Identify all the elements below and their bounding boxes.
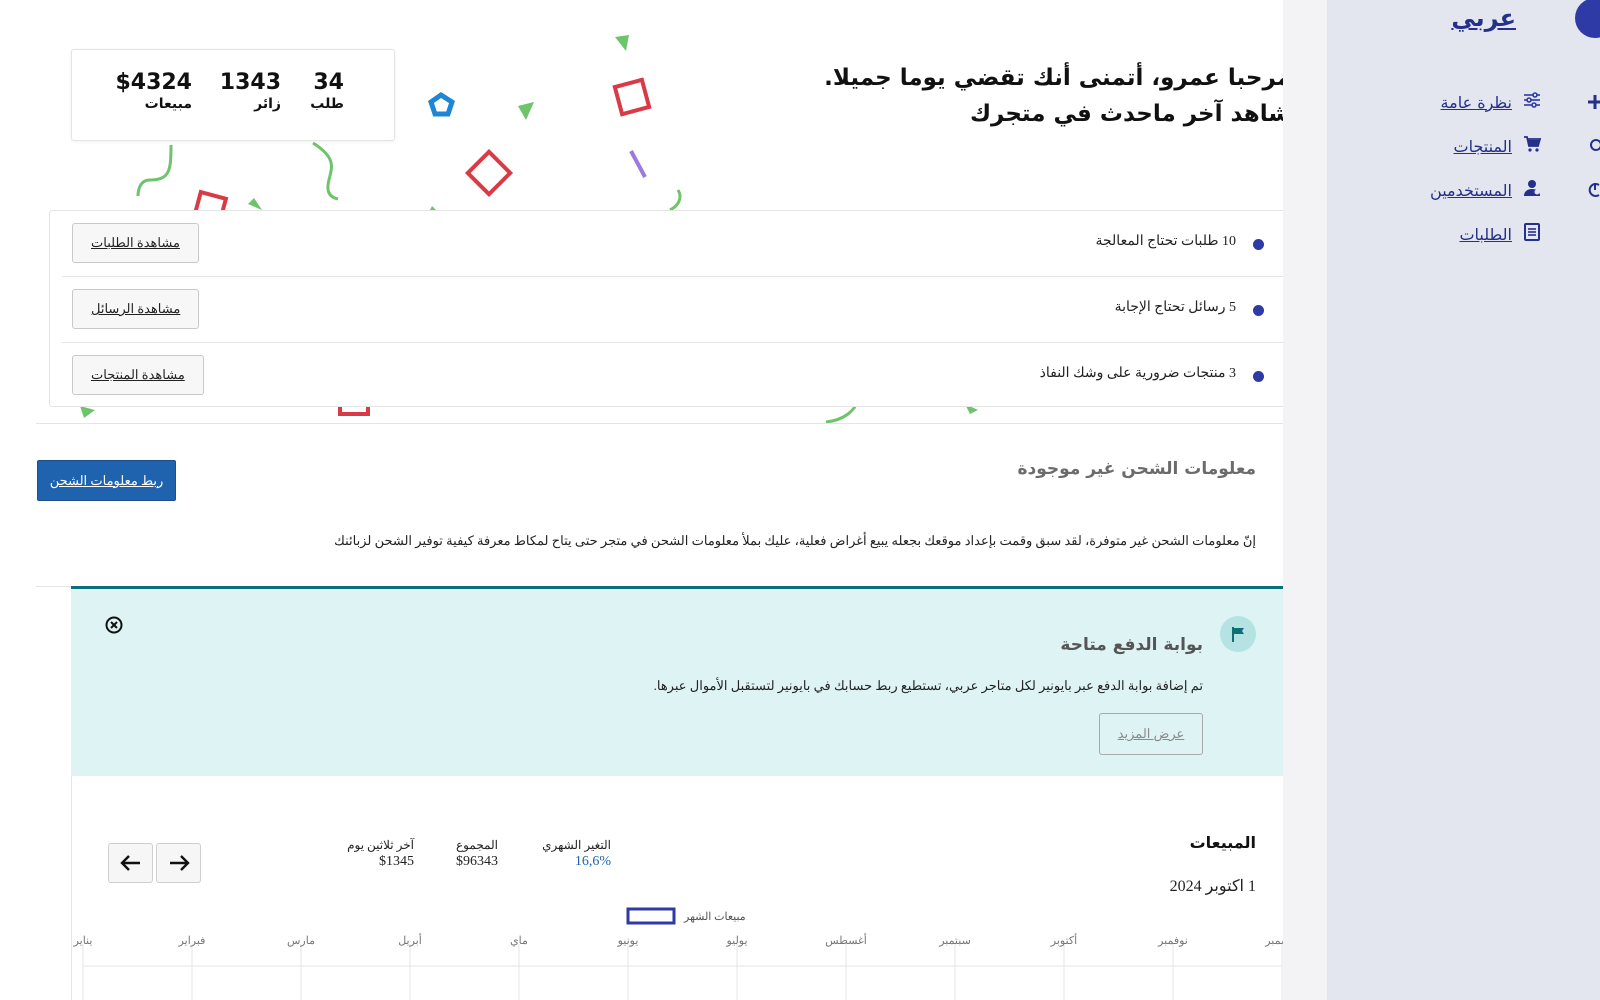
todo-row: 10 طلبات تحتاج المعالجة مشاهدة الطلبات	[62, 211, 1283, 277]
sidebar: عربي نظرة عامة المنتجات المستخدمين الطلب…	[1327, 0, 1600, 1000]
x-tick-label: أغسطس	[825, 933, 867, 947]
greeting-line-2: شاهد آخر ماحدث في متجرك	[969, 101, 1283, 127]
todo-card: 10 طلبات تحتاج المعالجة مشاهدة الطلبات 5…	[49, 210, 1283, 407]
bullet-dot	[1253, 239, 1264, 250]
x-tick-label: ديسمبر	[1264, 935, 1283, 947]
link-shipping-button[interactable]: ربط معلومات الشحن	[37, 460, 176, 501]
brand-logo	[1575, 0, 1600, 38]
shipping-description: إنّ معلومات الشحن غير متوفرة، لقد سبق وق…	[334, 533, 1256, 548]
stats-card: 34 طلب 1343 زائر $4324 مبيعات	[71, 49, 395, 141]
greeting: مرحبا عمرو، أتمنى أنك تقضي يوما جميلا. ش…	[723, 60, 1283, 132]
metric-monthly-change: التغير الشهري 16,6%	[542, 837, 611, 871]
metric-label: المجموع	[456, 838, 498, 852]
divider	[36, 423, 1283, 424]
sales-title: المبيعات	[1189, 833, 1256, 852]
x-tick-label: يوليو	[725, 935, 747, 947]
sidebar-item-label[interactable]: نظرة عامة	[1441, 93, 1512, 112]
x-tick-label: فبراير	[178, 935, 206, 947]
document-icon	[1522, 222, 1542, 246]
payment-notice: بوابة الدفع متاحة تم إضافة بوابة الدفع ع…	[71, 586, 1283, 776]
stat-visitors: 1343 زائر	[220, 70, 281, 112]
x-tick-label: مارس	[287, 935, 315, 947]
close-icon[interactable]	[105, 616, 123, 634]
x-tick-label: نوفمبر	[1157, 935, 1188, 947]
notice-text: تم إضافة بوابة الدفع عبر بايونير لكل متا…	[653, 678, 1203, 693]
arrow-right-icon	[169, 855, 190, 871]
x-tick-label: يونيو	[617, 935, 639, 947]
sidebar-item-orders[interactable]: الطلبات	[1342, 212, 1542, 256]
stat-value: 34	[313, 70, 344, 95]
next-button[interactable]	[156, 843, 201, 883]
todo-text: 10 طلبات تحتاج المعالجة	[1095, 234, 1237, 249]
chart-legend: مبيعات الشهر	[626, 907, 746, 925]
sidebar-item-label[interactable]: المستخدمين	[1430, 181, 1512, 200]
brand-link[interactable]: عربي	[1451, 4, 1516, 32]
todo-text: 5 رسائل تحتاج الإجابة	[1114, 300, 1236, 315]
shipping-title: معلومات الشحن غير موجودة	[1017, 459, 1256, 479]
sidebar-nav: نظرة عامة المنتجات المستخدمين الطلبات	[1342, 80, 1542, 256]
stat-value: $4324	[115, 70, 192, 95]
arrow-left-icon	[119, 855, 140, 871]
view-orders-button[interactable]: مشاهدة الطلبات	[72, 223, 199, 263]
todo-row: 3 منتجات ضرورية على وشك النفاذ مشاهدة ال…	[62, 343, 1283, 409]
greeting-line-1: مرحبا عمرو، أتمنى أنك تقضي يوما جميلا.	[824, 65, 1283, 91]
x-tick-label: يناير	[73, 935, 93, 947]
search-icon[interactable]	[1585, 124, 1600, 168]
metric-value: 16,6%	[574, 854, 611, 869]
metric-value: $1345	[379, 854, 414, 869]
x-tick-label: سبتمبر	[938, 935, 971, 947]
bullet-dot	[1253, 371, 1264, 382]
legend-label: مبيعات الشهر	[683, 911, 746, 923]
sidebar-edge-icons	[1585, 80, 1600, 212]
metric-label: آخر ثلاثين يوم	[347, 838, 414, 852]
sidebar-item-label[interactable]: الطلبات	[1459, 225, 1512, 244]
metric-label: التغير الشهري	[542, 838, 611, 852]
todo-row: 5 رسائل تحتاج الإجابة مشاهدة الرسائل	[62, 277, 1283, 343]
power-icon[interactable]	[1585, 168, 1600, 212]
metric-value: $96343	[456, 854, 498, 869]
legend-swatch	[626, 907, 676, 925]
stat-caption: مبيعات	[144, 96, 192, 112]
show-more-button[interactable]: عرض المزيد	[1099, 713, 1203, 755]
sales-chart: مبيعات الشهر يناير فبراير مارس أبريل ماي يونيو…	[73, 907, 1283, 1000]
bullet-dot	[1253, 305, 1264, 316]
sidebar-gutter	[1283, 0, 1327, 1000]
sidebar-item-overview[interactable]: نظرة عامة	[1342, 80, 1542, 124]
previous-button[interactable]	[108, 843, 153, 883]
sales-date: 1 اكتوبر 2024	[1169, 878, 1256, 895]
cart-icon	[1522, 134, 1542, 158]
sidebar-item-products[interactable]: المنتجات	[1342, 124, 1542, 168]
x-tick-label: ماي	[510, 935, 528, 947]
view-messages-button[interactable]: مشاهدة الرسائل	[72, 289, 200, 329]
stat-caption: طلب	[310, 96, 344, 112]
sales-card: المبيعات 1 اكتوبر 2024 التغير الشهري 16,…	[71, 776, 1283, 1000]
stat-caption: زائر	[254, 96, 281, 112]
main-content: مرحبا عمرو، أتمنى أنك تقضي يوما جميلا. ش…	[0, 0, 1283, 1000]
notice-title: بوابة الدفع متاحة	[1060, 635, 1203, 655]
x-tick-label: أبريل	[398, 933, 422, 947]
user-icon	[1522, 178, 1542, 202]
x-tick-label: أكتوبر	[1050, 933, 1077, 947]
flag-icon	[1220, 616, 1256, 652]
sidebar-item-label[interactable]: المنتجات	[1454, 137, 1513, 156]
todo-text: 3 منتجات ضرورية على وشك النفاذ	[1039, 366, 1236, 381]
metric-last-30-days: آخر ثلاثين يوم $1345	[347, 837, 414, 871]
metric-total: المجموع $96343	[456, 837, 498, 871]
sliders-icon	[1522, 90, 1542, 114]
stat-value: 1343	[219, 70, 281, 95]
plus-icon[interactable]	[1585, 80, 1600, 124]
stat-sales: $4324 مبيعات	[115, 70, 192, 112]
sidebar-item-users[interactable]: المستخدمين	[1342, 168, 1542, 212]
stat-orders: 34 طلب	[310, 70, 344, 112]
view-products-button[interactable]: مشاهدة المنتجات	[72, 355, 204, 395]
